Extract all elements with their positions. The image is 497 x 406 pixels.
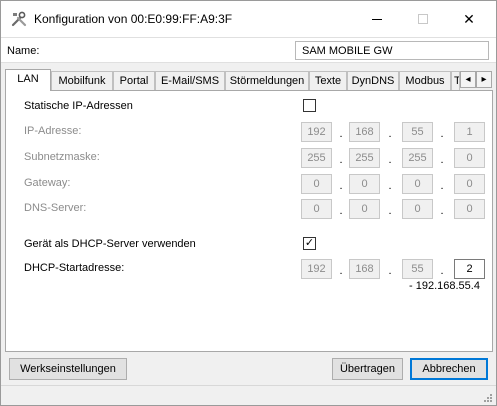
tab-modbus[interactable]: Modbus bbox=[399, 71, 451, 90]
dhcp-start-label: DHCP-Startadresse: bbox=[24, 262, 125, 274]
factory-settings-button[interactable]: Werkseinstellungen bbox=[9, 358, 127, 380]
octet-separator: . bbox=[440, 205, 444, 217]
resize-grip-icon[interactable] bbox=[483, 393, 493, 403]
window-title: Konfiguration von 00:E0:99:FF:A9:3F bbox=[34, 12, 233, 26]
dns-octet-4[interactable]: 0 bbox=[454, 199, 485, 219]
static-ip-label: Statische IP-Adressen bbox=[24, 100, 133, 112]
octet-separator: . bbox=[440, 265, 444, 277]
subnet-mask-label: Subnetzmaske: bbox=[24, 151, 100, 163]
subnet-octet-1[interactable]: 255 bbox=[301, 148, 332, 168]
dns-octet-1[interactable]: 0 bbox=[301, 199, 332, 219]
config-dialog: Konfiguration von 00:E0:99:FF:A9:3F ✕ Na… bbox=[0, 0, 497, 406]
tab-stoermeldungen[interactable]: Störmeldungen bbox=[225, 71, 309, 90]
name-label: Name: bbox=[7, 45, 40, 57]
octet-separator: . bbox=[440, 128, 444, 140]
dhcp-octet-4[interactable]: 2 bbox=[454, 259, 485, 279]
gateway-octet-3[interactable]: 0 bbox=[402, 174, 433, 194]
dns-octet-2[interactable]: 0 bbox=[349, 199, 380, 219]
octet-separator: . bbox=[440, 180, 444, 192]
maximize-icon bbox=[418, 14, 428, 24]
close-icon: ✕ bbox=[463, 10, 475, 27]
ip-octet-4[interactable]: 1 bbox=[454, 122, 485, 142]
dns-octet-3[interactable]: 0 bbox=[402, 199, 433, 219]
tab-scroll-left-button[interactable]: ◂ bbox=[460, 71, 476, 88]
ip-address-label: IP-Adresse: bbox=[24, 125, 82, 137]
checkmark-icon: ✓ bbox=[304, 237, 315, 249]
name-input[interactable] bbox=[295, 41, 489, 60]
chevron-right-icon: ▸ bbox=[481, 74, 487, 85]
tab-email-sms[interactable]: E-Mail/SMS bbox=[155, 71, 225, 90]
chevron-left-icon: ◂ bbox=[465, 74, 471, 85]
octet-separator: . bbox=[440, 154, 444, 166]
close-button[interactable]: ✕ bbox=[446, 1, 492, 37]
ip-octet-3[interactable]: 55 bbox=[402, 122, 433, 142]
dhcp-octet-3[interactable]: 55 bbox=[402, 259, 433, 279]
dhcp-end-hint: - 192.168.55.4 bbox=[409, 280, 480, 292]
tab-dyndns[interactable]: DynDNS bbox=[347, 71, 399, 90]
dhcp-octet-2[interactable]: 168 bbox=[349, 259, 380, 279]
tab-texte[interactable]: Texte bbox=[309, 71, 347, 90]
subnet-octet-4[interactable]: 0 bbox=[454, 148, 485, 168]
subnet-octet-3[interactable]: 255 bbox=[402, 148, 433, 168]
octet-separator: . bbox=[388, 265, 392, 277]
ip-octet-1[interactable]: 192 bbox=[301, 122, 332, 142]
ip-octet-2[interactable]: 168 bbox=[349, 122, 380, 142]
status-bar bbox=[1, 385, 496, 405]
octet-separator: . bbox=[339, 205, 343, 217]
minimize-button[interactable] bbox=[354, 1, 400, 37]
octet-separator: . bbox=[339, 154, 343, 166]
dhcp-server-label: Gerät als DHCP-Server verwenden bbox=[24, 238, 196, 250]
dns-server-label: DNS-Server: bbox=[24, 202, 87, 214]
octet-separator: . bbox=[339, 180, 343, 192]
tab-portal[interactable]: Portal bbox=[113, 71, 155, 90]
static-ip-checkbox[interactable] bbox=[303, 99, 316, 112]
cancel-button[interactable]: Abbrechen bbox=[410, 358, 488, 380]
tab-scroll-right-button[interactable]: ▸ bbox=[476, 71, 492, 88]
octet-separator: . bbox=[339, 265, 343, 277]
gateway-label: Gateway: bbox=[24, 177, 71, 189]
transfer-button[interactable]: Übertragen bbox=[332, 358, 403, 380]
gateway-octet-4[interactable]: 0 bbox=[454, 174, 485, 194]
tools-icon bbox=[11, 11, 27, 27]
minimize-icon bbox=[372, 18, 382, 20]
title-bar: Konfiguration von 00:E0:99:FF:A9:3F ✕ bbox=[1, 1, 496, 37]
tab-lan[interactable]: LAN bbox=[5, 69, 51, 91]
dhcp-octet-1[interactable]: 192 bbox=[301, 259, 332, 279]
gateway-octet-1[interactable]: 0 bbox=[301, 174, 332, 194]
dhcp-server-checkbox[interactable]: ✓ bbox=[303, 237, 316, 250]
octet-separator: . bbox=[388, 205, 392, 217]
subnet-octet-2[interactable]: 255 bbox=[349, 148, 380, 168]
gateway-octet-2[interactable]: 0 bbox=[349, 174, 380, 194]
octet-separator: . bbox=[339, 128, 343, 140]
maximize-button[interactable] bbox=[400, 1, 446, 37]
tab-strip: LAN Mobilfunk Portal E-Mail/SMS Störmeld… bbox=[5, 69, 493, 91]
tab-partial[interactable]: T bbox=[451, 71, 460, 90]
octet-separator: . bbox=[388, 154, 392, 166]
octet-separator: . bbox=[388, 128, 392, 140]
lan-tab-page: Statische IP-Adressen IP-Adresse: 192 . … bbox=[5, 90, 493, 352]
tab-mobilfunk[interactable]: Mobilfunk bbox=[51, 71, 113, 90]
octet-separator: . bbox=[388, 180, 392, 192]
name-row: Name: bbox=[1, 37, 496, 63]
